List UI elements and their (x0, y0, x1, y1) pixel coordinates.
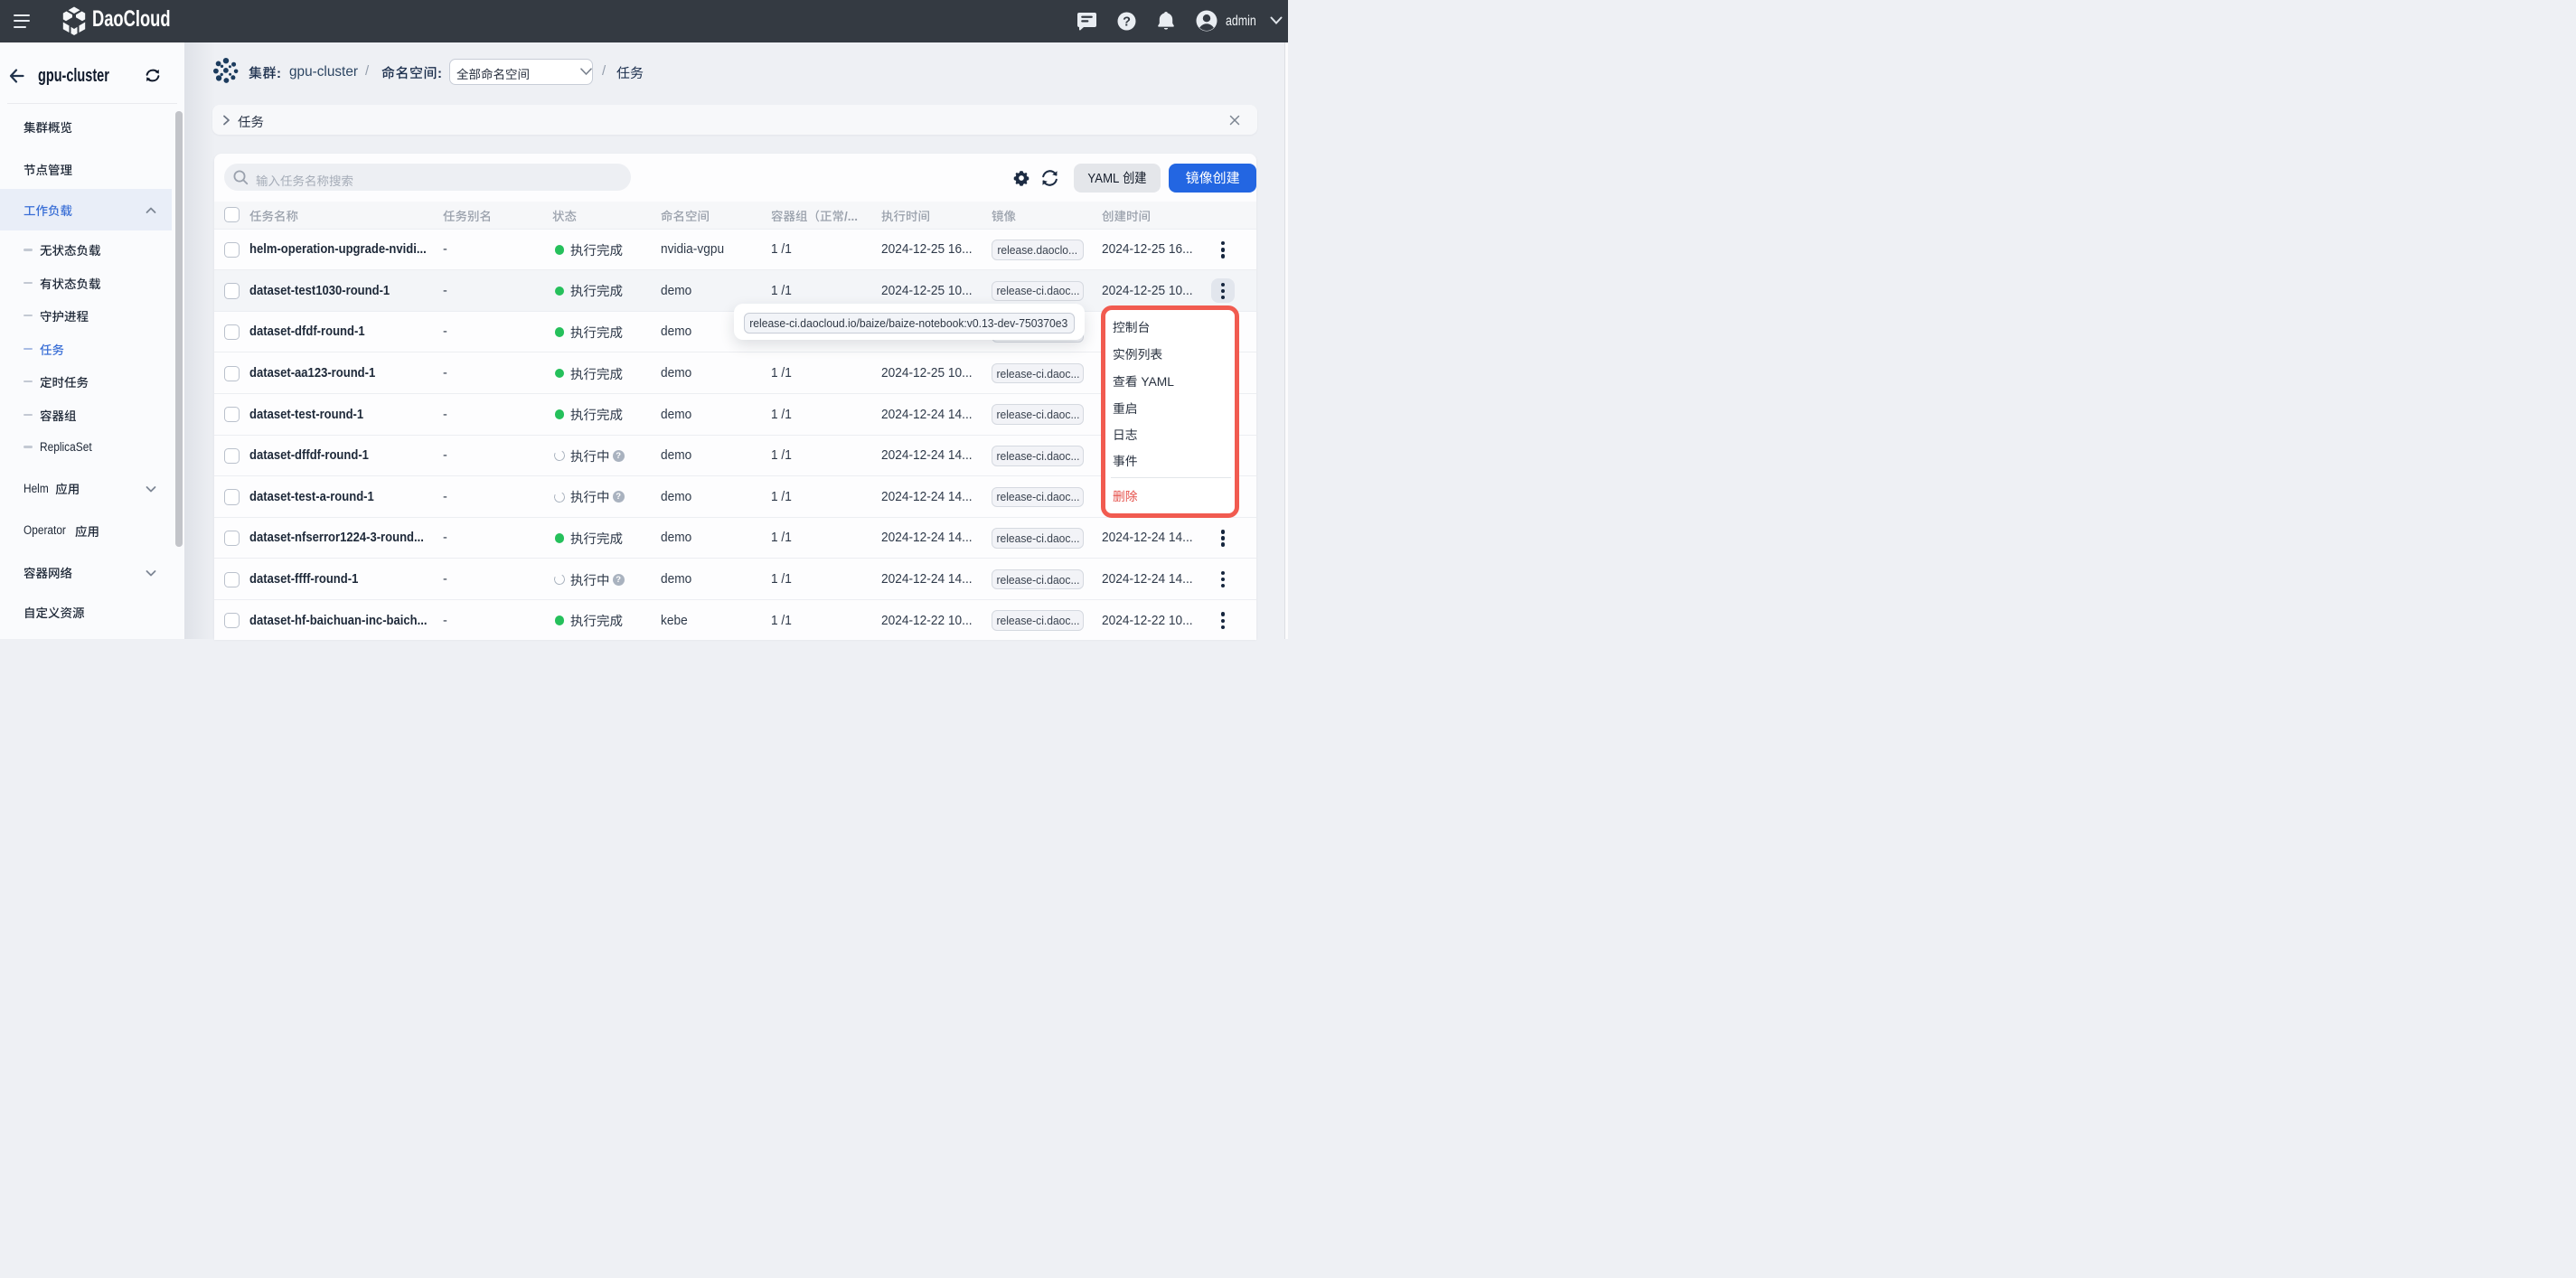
svg-text:?: ? (1123, 14, 1131, 29)
